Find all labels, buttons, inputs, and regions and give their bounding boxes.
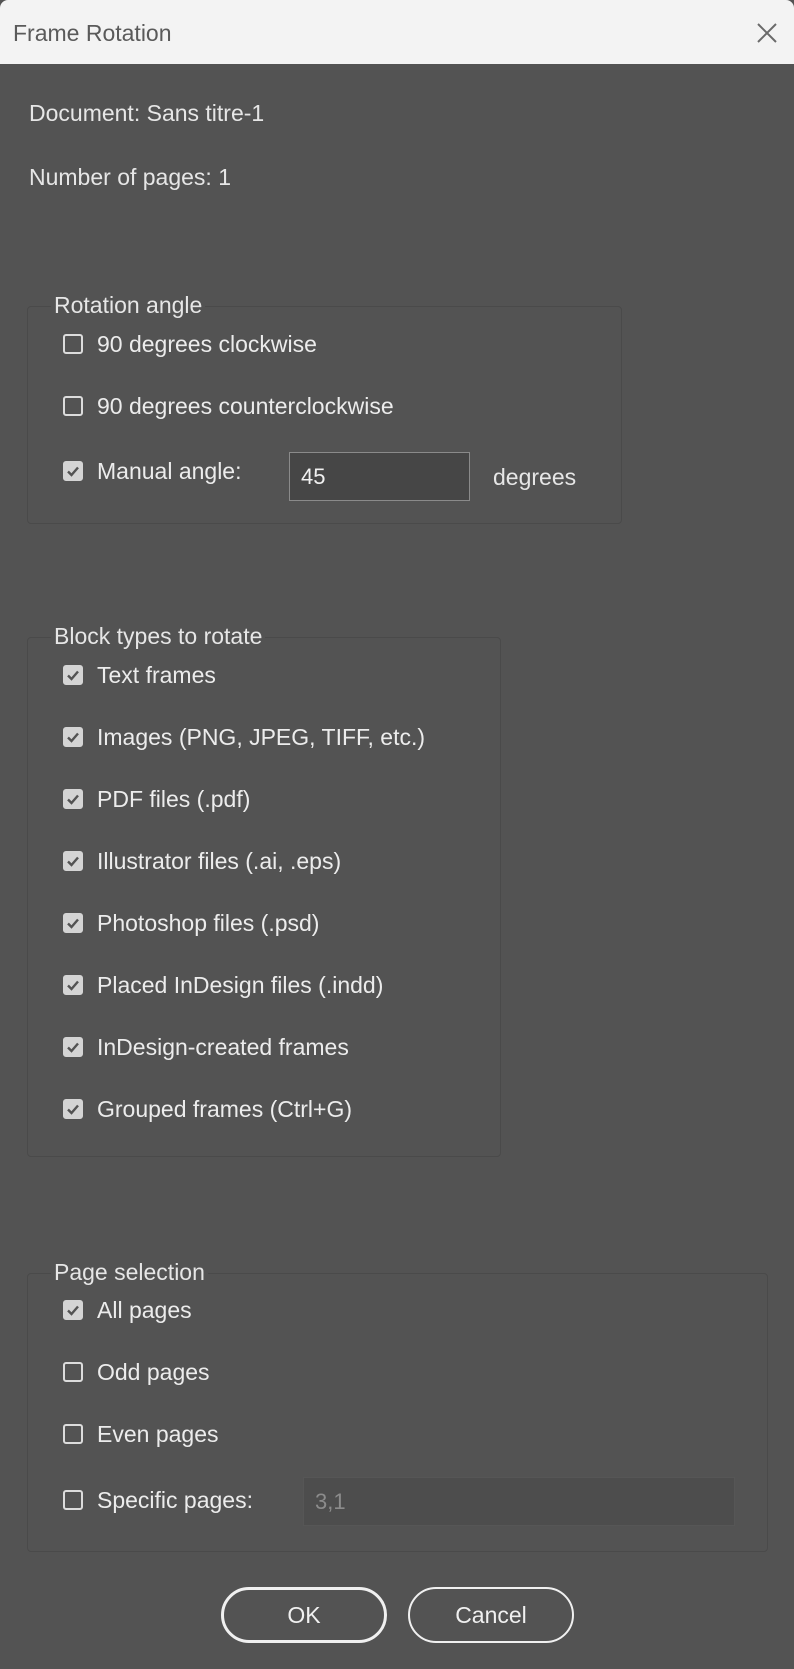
block-type-checkbox[interactable] [63,665,83,685]
block-type-option[interactable]: Photoshop files (.psd) [63,907,319,939]
block-type-checkbox[interactable] [63,789,83,809]
page-selection-option[interactable]: Specific pages: [63,1484,253,1516]
rotate-90-cw-checkbox[interactable] [63,334,83,354]
document-name: Document: Sans titre-1 [29,100,265,126]
manual-angle-checkbox[interactable] [63,461,83,481]
block-types-legend: Block types to rotate [51,623,266,650]
checkmark-icon [67,1042,79,1053]
block-type-option[interactable]: PDF files (.pdf) [63,783,250,815]
block-type-option[interactable]: Illustrator files (.ai, .eps) [63,845,341,877]
block-type-label: Placed InDesign files (.indd) [97,971,384,998]
close-button[interactable] [752,18,782,48]
rotate-90-ccw-checkbox[interactable] [63,396,83,416]
checkmark-icon [67,732,79,743]
page-selection-legend: Page selection [51,1259,208,1286]
block-types-group [27,637,501,1157]
page-selection-checkbox[interactable] [63,1300,83,1320]
block-type-option[interactable]: Grouped frames (Ctrl+G) [63,1093,352,1125]
page-selection-label: Odd pages [97,1358,210,1385]
rotate-90-ccw-label: 90 degrees counterclockwise [97,392,394,419]
angle-unit-label: degrees [493,464,577,490]
manual-angle-input[interactable]: 45 [289,452,470,501]
checkmark-icon [67,856,79,867]
specific-pages-input[interactable]: 3,1 [303,1477,735,1526]
rotate-90-cw-option[interactable]: 90 degrees clockwise [63,328,317,360]
manual-angle-label: Manual angle: [97,457,242,484]
block-type-label: Grouped frames (Ctrl+G) [97,1095,352,1122]
block-type-checkbox[interactable] [63,1037,83,1057]
page-selection-label: All pages [97,1296,192,1323]
block-type-label: Text frames [97,661,216,688]
checkmark-icon [67,980,79,991]
block-type-option[interactable]: Images (PNG, JPEG, TIFF, etc.) [63,721,425,753]
rotation-angle-legend: Rotation angle [51,292,206,319]
title-bar: Frame Rotation [0,0,794,64]
page-selection-checkbox[interactable] [63,1424,83,1444]
page-selection-checkbox[interactable] [63,1490,83,1510]
block-type-label: PDF files (.pdf) [97,785,251,812]
checkmark-icon [67,1305,79,1316]
page-selection-option[interactable]: Odd pages [63,1356,210,1388]
block-type-option[interactable]: Text frames [63,659,216,691]
window-title: Frame Rotation [13,20,172,46]
block-type-checkbox[interactable] [63,1099,83,1119]
checkmark-icon [67,466,79,477]
page-selection-option[interactable]: Even pages [63,1418,218,1450]
page-selection-checkbox[interactable] [63,1362,83,1382]
block-type-label: Images (PNG, JPEG, TIFF, etc.) [97,723,426,750]
page-count: Number of pages: 1 [29,164,232,190]
ok-button[interactable]: OK [221,1587,387,1643]
checkmark-icon [67,918,79,929]
checkmark-icon [67,1104,79,1115]
rotate-90-cw-label: 90 degrees clockwise [97,330,317,357]
block-type-option[interactable]: Placed InDesign files (.indd) [63,969,383,1001]
block-type-checkbox[interactable] [63,851,83,871]
block-type-checkbox[interactable] [63,727,83,747]
block-type-checkbox[interactable] [63,913,83,933]
cancel-button[interactable]: Cancel [408,1587,574,1643]
block-type-option[interactable]: InDesign-created frames [63,1031,349,1063]
block-type-label: Photoshop files (.psd) [97,909,320,936]
rotate-90-ccw-option[interactable]: 90 degrees counterclockwise [63,390,394,422]
page-selection-label: Specific pages: [97,1486,253,1513]
block-type-label: InDesign-created frames [97,1033,349,1060]
page-selection-option[interactable]: All pages [63,1294,192,1326]
block-type-checkbox[interactable] [63,975,83,995]
manual-angle-option[interactable]: Manual angle: [63,455,242,487]
checkmark-icon [67,794,79,805]
close-icon [757,23,777,43]
checkmark-icon [67,670,79,681]
block-type-label: Illustrator files (.ai, .eps) [97,847,342,874]
page-selection-label: Even pages [97,1420,219,1447]
